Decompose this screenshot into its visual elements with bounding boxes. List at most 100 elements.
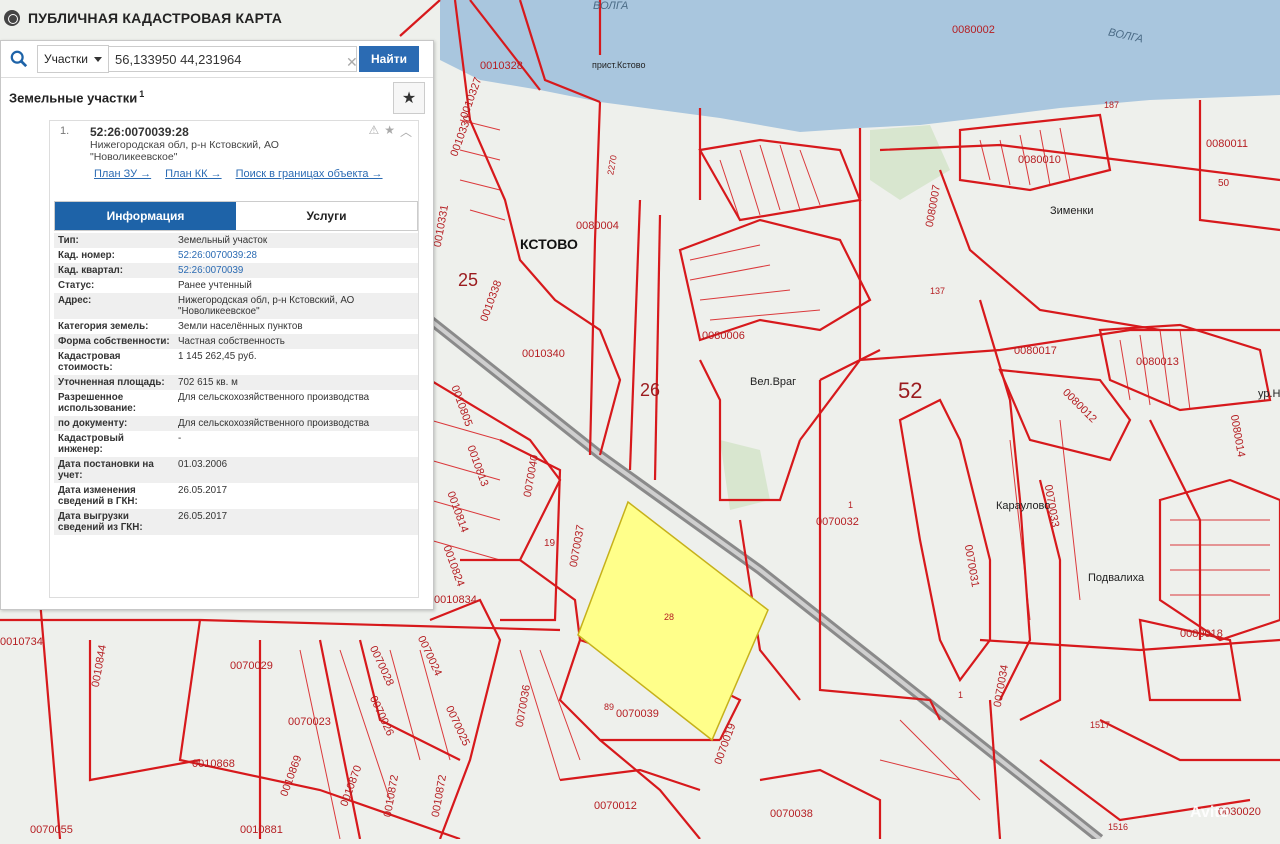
- result-tools: ⚠ ★ ︿: [368, 123, 412, 140]
- place-label: Караулово: [996, 500, 1051, 512]
- chevron-down-icon: [94, 56, 102, 62]
- town-label-kstovo: КСТОВО: [520, 236, 578, 252]
- river-label-volga: ВОЛГА: [593, 0, 629, 12]
- info-row: Адрес: Нижегородская обл, р-н Кстовский, …: [54, 293, 418, 319]
- info-key: Дата постановки на учет:: [54, 457, 174, 483]
- favorites-button[interactable]: ★: [393, 82, 425, 114]
- place-label: Зименки: [1050, 205, 1094, 217]
- block-label: 0010328: [480, 60, 523, 72]
- chevron-up-icon[interactable]: ︿: [400, 123, 412, 140]
- info-value[interactable]: 52:26:0070039:28: [174, 248, 418, 263]
- info-row: Разрешенное использование: Для сельскохоз…: [54, 390, 418, 416]
- district-label: 25: [458, 270, 479, 290]
- search-type-select[interactable]: Участки: [37, 45, 109, 73]
- info-row: Дата выгрузки сведений из ГКН: 26.05.2017: [54, 509, 418, 535]
- info-key: Тип:: [54, 233, 174, 248]
- star-icon: ★: [401, 90, 417, 107]
- info-row: Тип: Земельный участок: [54, 233, 418, 248]
- info-key: Уточненная площадь:: [54, 375, 174, 390]
- block-label: 0010834: [434, 594, 477, 606]
- parcel-number: 1517: [1090, 720, 1111, 730]
- info-row: Дата постановки на учет: 01.03.2006: [54, 457, 418, 483]
- parcel-number: 1516: [1108, 822, 1129, 832]
- info-value: Для сельскохозяйственного производства: [174, 416, 418, 431]
- info-row: Кад. квартал: 52:26:0070039: [54, 263, 418, 278]
- info-key: Кад. квартал:: [54, 263, 174, 278]
- place-label: ур.Н: [1258, 388, 1280, 400]
- info-key: Статус:: [58, 280, 95, 291]
- tab-bar: Информация Услуги: [54, 201, 418, 231]
- place-label: прист.Кстово: [592, 60, 646, 70]
- info-panel: Участки ✕ Найти Земельные участки1 ★ 1. …: [0, 40, 434, 610]
- info-row: Уточненная площадь: 702 615 кв. м: [54, 375, 418, 390]
- info-value: 01.03.2006: [174, 457, 418, 483]
- info-key: Форма собственности:: [54, 334, 174, 349]
- info-value[interactable]: 52:26:0070039: [174, 263, 418, 278]
- search-in-bounds-link[interactable]: Поиск в границах объекта →: [236, 168, 383, 180]
- star-icon[interactable]: ★: [384, 123, 395, 140]
- search-icon[interactable]: [1, 41, 37, 77]
- info-key: Кад. номер:: [58, 250, 115, 261]
- result-header: 1. 52:26:0070039:28 Нижегородская обл, р…: [50, 121, 418, 195]
- result-cadastral-id[interactable]: 52:26:0070039:28: [90, 125, 410, 139]
- section-title: Земельные участки 1: [9, 89, 144, 105]
- search-input[interactable]: [109, 46, 357, 72]
- info-key: Категория земель:: [58, 321, 149, 332]
- close-icon[interactable]: ✕: [346, 54, 358, 71]
- tab-services[interactable]: Услуги: [236, 202, 417, 230]
- info-row: Кад. номер: 52:26:0070039:28: [54, 248, 418, 263]
- block-label: 0080004: [576, 220, 619, 232]
- info-key: Кадастровый инженер:: [58, 433, 124, 455]
- find-button[interactable]: Найти: [359, 46, 419, 72]
- info-row: Статус: Ранее учтенный: [54, 278, 418, 293]
- block-label: 0010881: [240, 824, 283, 836]
- block-label: 0010734: [0, 636, 43, 648]
- block-label: 0080011: [1206, 138, 1249, 150]
- section-title-text: Земельные участки: [9, 90, 138, 106]
- block-label: 0010868: [192, 758, 235, 770]
- info-value: Ранее учтенный: [178, 280, 252, 291]
- search-type-label: Участки: [44, 52, 88, 66]
- parcel-number: 28: [664, 612, 675, 622]
- app-title: ПУБЛИЧНАЯ КАДАСТРОВАЯ КАРТА: [28, 10, 283, 26]
- info-value: 702 615 кв. м: [174, 375, 418, 390]
- result-number: 1.: [60, 125, 70, 137]
- section-header: Земельные участки 1 ★: [1, 78, 433, 116]
- info-key: Кадастровая стоимость:: [58, 351, 121, 373]
- block-label: 0070032: [816, 516, 859, 528]
- app-header: ПУБЛИЧНАЯ КАДАСТРОВАЯ КАРТА: [0, 0, 444, 36]
- info-value: 26.05.2017: [174, 509, 418, 535]
- block-label: 0080010: [1018, 154, 1061, 166]
- parcel-number: 1: [848, 500, 854, 510]
- block-label: 0070038: [770, 808, 813, 820]
- info-key: Дата изменения сведений в ГКН:: [58, 485, 138, 507]
- block-label: 0080002: [952, 24, 995, 36]
- info-row: Форма собственности: Частная собственност…: [54, 334, 418, 349]
- info-value: 1 145 262,45 руб.: [178, 351, 257, 362]
- plan-kk-link[interactable]: План КК →: [165, 168, 221, 180]
- info-value: Нижегородская обл, р-н Кстовский, АО "Но…: [174, 293, 418, 319]
- info-key: Адрес:: [54, 293, 174, 319]
- district-label: 52: [898, 378, 923, 403]
- parcel-number: 187: [1104, 100, 1120, 110]
- block-label: 0070029: [230, 660, 273, 672]
- parcel-number: 89: [604, 702, 615, 712]
- warning-icon[interactable]: ⚠: [368, 123, 379, 140]
- info-row: Кадастровая стоимость: 1 145 262,45 руб.: [54, 349, 418, 375]
- tab-information[interactable]: Информация: [55, 202, 236, 230]
- search-bar: Участки ✕ Найти: [1, 41, 433, 78]
- block-label: 0080017: [1014, 345, 1057, 357]
- parcel-number: 50: [1218, 178, 1230, 189]
- result-address: Нижегородская обл, р-н Кстовский, АО "Но…: [90, 139, 279, 163]
- block-label: 0080013: [1136, 356, 1179, 368]
- block-label: 0070012: [594, 800, 637, 812]
- info-row: Категория земель: Земли населённых пункто…: [54, 319, 418, 334]
- watermark: Avito: [1190, 804, 1230, 821]
- district-label: 26: [640, 380, 661, 400]
- info-value: Земли населённых пунктов: [178, 321, 303, 332]
- section-count: 1: [139, 88, 145, 99]
- parcel-number: 1: [958, 690, 964, 700]
- info-value: 26.05.2017: [178, 485, 228, 496]
- plan-zu-link[interactable]: План ЗУ →: [94, 168, 151, 180]
- info-row: Кадастровый инженер: -: [54, 431, 418, 457]
